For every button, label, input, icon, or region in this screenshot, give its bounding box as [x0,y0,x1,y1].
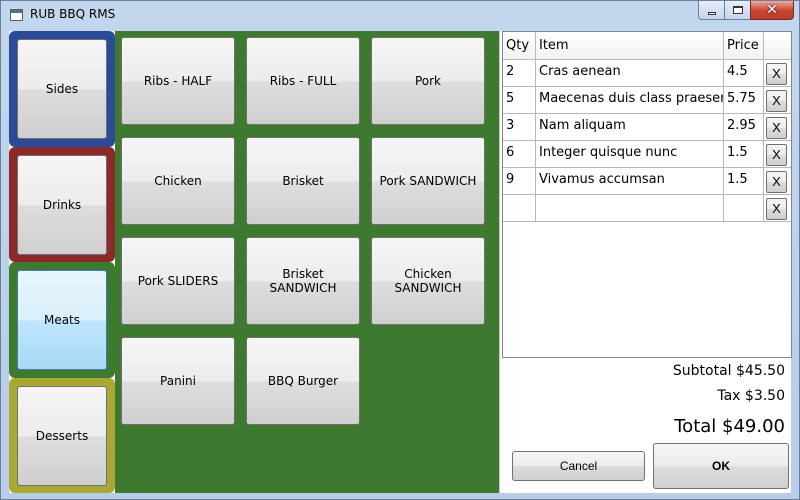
remove-cell: X [764,87,791,114]
close-button[interactable]: ✕ [750,1,794,20]
menu-item-label: Chicken [154,174,202,188]
order-item[interactable]: Nam aliquam [536,114,724,141]
order-row[interactable]: 5 Maecenas duis class praesent 5.75 X [503,87,791,114]
order-price[interactable]: 1.5 [724,168,764,195]
order-grid[interactable]: Qty Item Price 2 Cras aenean 4.5 X 5 Mae… [502,31,792,358]
order-item[interactable]: Integer quisque nunc [536,141,724,168]
menu-item-button[interactable]: Chicken SANDWICH [371,237,485,325]
remove-item-button[interactable]: X [766,117,787,139]
order-item[interactable]: Vivamus accumsan [536,168,724,195]
menu-item-label: Panini [160,374,196,388]
menu-item-button[interactable]: Brisket [246,137,360,225]
order-item[interactable]: Cras aenean [536,60,724,87]
category-button-desserts[interactable]: Desserts [17,386,107,486]
column-header-item[interactable]: Item [536,32,724,60]
caption-buttons: ✕ [698,1,794,20]
menu-item-button[interactable]: Brisket SANDWICH [246,237,360,325]
cancel-button[interactable]: Cancel [512,451,645,481]
menu-item-button[interactable]: Pork SANDWICH [371,137,485,225]
column-header-qty[interactable]: Qty [503,32,536,60]
order-row[interactable]: 2 Cras aenean 4.5 X [503,60,791,87]
minimize-icon [708,12,716,15]
app-window: RUB BBQ RMS ✕ Sides Drinks Meats Dessert… [0,0,800,500]
category-label: Meats [43,313,81,327]
remove-cell: X [764,141,791,168]
window-title: RUB BBQ RMS [30,7,116,21]
order-row[interactable]: 6 Integer quisque nunc 1.5 X [503,141,791,168]
category-label: Desserts [35,429,89,443]
menu-item-label: Pork SLIDERS [137,274,219,288]
category-label: Drinks [42,198,82,212]
menu-item-label: BBQ Burger [267,374,339,388]
order-price[interactable]: 1.5 [724,141,764,168]
category-button-sides[interactable]: Sides [17,39,107,139]
order-qty[interactable] [503,195,536,222]
menu-item-button[interactable]: Panini [121,337,235,425]
app-window-icon [10,9,23,21]
category-tile-sides: Sides [9,31,115,147]
menu-item-panel: Ribs - HALF Ribs - FULL Pork Chicken Bri… [115,31,499,493]
remove-cell: X [764,114,791,141]
category-tile-desserts: Desserts [9,378,115,493]
menu-item-label: Chicken SANDWICH [394,267,462,295]
remove-item-button[interactable]: X [766,90,787,112]
maximize-button[interactable] [724,1,750,20]
minimize-button[interactable] [698,1,724,20]
order-qty[interactable]: 5 [503,87,536,114]
order-grid-header: Qty Item Price [503,32,791,60]
menu-item-label: Brisket [282,174,324,188]
remove-item-button[interactable]: X [766,171,787,193]
category-button-drinks[interactable]: Drinks [17,155,107,255]
order-price[interactable]: 4.5 [724,60,764,87]
order-price[interactable]: 2.95 [724,114,764,141]
order-price[interactable]: 5.75 [724,87,764,114]
menu-item-label: Pork [414,74,442,88]
order-qty[interactable]: 6 [503,141,536,168]
category-tile-meats: Meats [9,262,115,378]
order-qty[interactable]: 3 [503,114,536,141]
menu-item-label: Ribs - FULL [269,74,337,88]
subtotal-text: Subtotal $45.50 [672,363,785,379]
order-row[interactable]: 3 Nam aliquam 2.95 X [503,114,791,141]
order-price[interactable] [724,195,764,222]
category-label: Sides [45,82,79,96]
order-row[interactable]: 9 Vivamus accumsan 1.5 X [503,168,791,195]
column-header-price[interactable]: Price [724,32,764,60]
remove-item-button[interactable]: X [766,198,787,220]
order-qty[interactable]: 9 [503,168,536,195]
client-area: Sides Drinks Meats Desserts Ribs - HALF … [9,31,792,493]
menu-item-button[interactable]: Ribs - HALF [121,37,235,125]
column-header-remove [764,32,791,60]
menu-item-label: Brisket SANDWICH [269,267,337,295]
total-text: Total $49.00 [674,416,785,437]
remove-cell: X [764,168,791,195]
order-row-new[interactable]: X [503,195,791,222]
menu-item-button[interactable]: Pork SLIDERS [121,237,235,325]
menu-item-button[interactable]: BBQ Burger [246,337,360,425]
order-panel: Qty Item Price 2 Cras aenean 4.5 X 5 Mae… [499,31,792,493]
menu-item-button[interactable]: Chicken [121,137,235,225]
menu-item-label: Ribs - HALF [143,74,213,88]
remove-cell: X [764,60,791,87]
category-column: Sides Drinks Meats Desserts [9,31,115,493]
order-item[interactable] [536,195,724,222]
close-icon: ✕ [766,2,778,18]
remove-cell: X [764,195,791,222]
title-bar[interactable]: RUB BBQ RMS ✕ [1,1,799,29]
menu-item-button[interactable]: Pork [371,37,485,125]
menu-item-button[interactable]: Ribs - FULL [246,37,360,125]
order-item[interactable]: Maecenas duis class praesent [536,87,724,114]
tax-text: Tax $3.50 [717,388,785,404]
maximize-icon [733,6,743,14]
order-qty[interactable]: 2 [503,60,536,87]
category-button-meats[interactable]: Meats [17,270,107,370]
remove-item-button[interactable]: X [766,144,787,166]
category-tile-drinks: Drinks [9,147,115,262]
ok-button[interactable]: OK [653,443,789,489]
remove-item-button[interactable]: X [766,63,787,85]
menu-item-label: Pork SANDWICH [379,174,477,188]
